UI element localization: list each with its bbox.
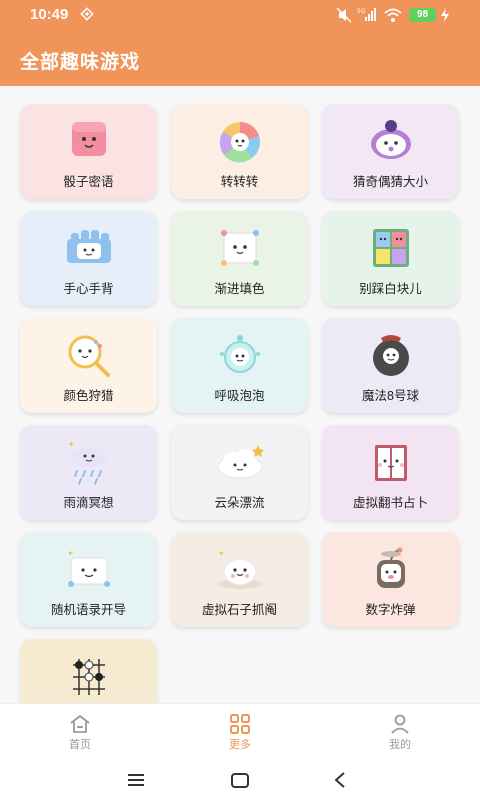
nav-home-label: 首页	[69, 739, 91, 751]
quote-icon: ✦	[63, 546, 115, 592]
game-label: 颜色狩猎	[63, 389, 114, 403]
game-label: 骰子密语	[63, 175, 114, 189]
svg-text:✦: ✦	[67, 549, 74, 558]
hands-icon	[63, 225, 115, 271]
magic-ball-icon	[365, 332, 417, 378]
game-card-tiles[interactable]: 别踩白块儿	[322, 211, 459, 306]
status-bar: 10:49 5G 98	[0, 0, 480, 30]
game-label: 虚拟石子抓阄	[201, 603, 277, 617]
bubble-icon	[214, 332, 266, 378]
home-icon	[68, 712, 92, 736]
game-card-book[interactable]: 虚拟翻书占卜	[322, 425, 459, 520]
spinner-wheel-icon	[214, 118, 266, 164]
nav-home[interactable]: 首页	[0, 704, 160, 761]
wifi-icon	[384, 7, 402, 28]
game-label: 数字炸弹	[365, 603, 416, 617]
game-card-hands[interactable]: 手心手背	[20, 211, 157, 306]
status-time: 10:49	[30, 6, 69, 23]
game-card-color-hunt[interactable]: 颜色狩猎	[20, 318, 157, 413]
network-label: 5G	[357, 8, 366, 15]
cloud-icon	[214, 439, 266, 485]
go-board-icon	[63, 653, 115, 699]
bottom-nav: 首页 更多 我的	[0, 703, 480, 760]
grid-icon	[228, 712, 252, 736]
game-card-rain[interactable]: ✦ 雨滴冥想	[20, 425, 157, 520]
game-card-bubble[interactable]: 呼吸泡泡	[171, 318, 308, 413]
back-icon[interactable]	[326, 766, 354, 794]
game-label: 转转转	[220, 175, 259, 189]
page-title: 全部趣味游戏	[20, 52, 141, 73]
game-card-odd-even[interactable]: 猜奇偶猜大小	[322, 104, 459, 199]
game-card-bomb[interactable]: 数字炸弹	[322, 532, 459, 627]
game-card-spinner[interactable]: 转转转	[171, 104, 308, 199]
fill-color-icon	[214, 225, 266, 271]
recent-apps-icon[interactable]	[122, 766, 150, 794]
stone-icon: ✦	[214, 546, 266, 592]
user-icon	[388, 712, 412, 736]
odd-even-icon	[365, 118, 417, 164]
game-card-stone[interactable]: ✦ 虚拟石子抓阄	[171, 532, 308, 627]
book-icon	[365, 439, 417, 485]
game-card-go-board[interactable]	[20, 639, 157, 703]
game-label: 魔法8号球	[362, 389, 419, 403]
nav-profile-label: 我的	[389, 739, 411, 751]
game-label: 随机语录开导	[50, 603, 126, 617]
nav-more[interactable]: 更多	[160, 704, 320, 761]
nav-profile[interactable]: 我的	[320, 704, 480, 761]
game-label: 虚拟翻书占卜	[352, 496, 428, 510]
system-nav-bar	[0, 760, 480, 800]
game-grid[interactable]: 骰子密语 转转转 猜奇偶猜大小 手心手背 渐进填色 别踩白块儿 颜色狩猎 呼吸泡…	[0, 86, 480, 703]
game-label: 手心手背	[63, 282, 114, 296]
charging-icon	[440, 7, 450, 28]
home-button-icon[interactable]	[226, 766, 254, 794]
game-label: 别踩白块儿	[359, 282, 422, 296]
tiles-icon	[365, 225, 417, 271]
game-card-cloud[interactable]: 云朵漂流	[171, 425, 308, 520]
mute-icon	[336, 7, 352, 28]
game-card-quote[interactable]: ✦ 随机语录开导	[20, 532, 157, 627]
dice-icon	[63, 118, 115, 164]
signal-diamond-icon	[80, 7, 94, 26]
magnifier-icon	[63, 332, 115, 378]
game-label: 渐进填色	[214, 282, 265, 296]
nav-more-label: 更多	[229, 739, 251, 751]
game-label: 猜奇偶猜大小	[352, 175, 428, 189]
svg-text:✦: ✦	[68, 440, 75, 449]
game-card-fill-color[interactable]: 渐进填色	[171, 211, 308, 306]
svg-text:✦: ✦	[218, 549, 225, 558]
game-label: 雨滴冥想	[63, 496, 114, 510]
game-label: 云朵漂流	[214, 496, 265, 510]
app-header: 全部趣味游戏	[0, 30, 480, 86]
battery-indicator: 98	[409, 8, 436, 22]
game-card-magic-ball[interactable]: 魔法8号球	[322, 318, 459, 413]
cellular-signal-icon: 5G	[357, 7, 379, 28]
game-card-dice[interactable]: 骰子密语	[20, 104, 157, 199]
rain-cloud-icon: ✦	[63, 439, 115, 485]
game-label: 呼吸泡泡	[214, 389, 265, 403]
bomb-icon	[365, 546, 417, 592]
